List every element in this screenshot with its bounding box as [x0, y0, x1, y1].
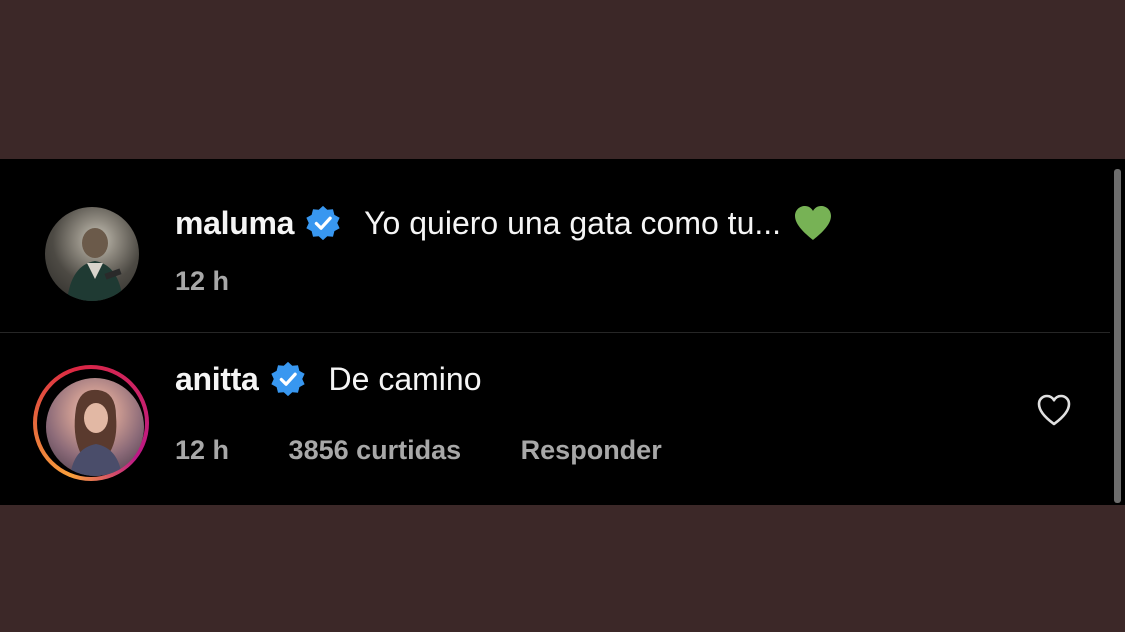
avatar — [46, 378, 144, 476]
comment-item: maluma Yo quiero una gata como tu... 12 … — [0, 159, 1110, 332]
avatar[interactable] — [45, 207, 139, 301]
avatar-photo — [70, 389, 122, 476]
comment-text: Yo quiero una gata como tu... — [364, 204, 782, 241]
comment-time: 12 h — [175, 266, 230, 296]
avatar-photo — [67, 228, 123, 301]
comment-header: anitta De camino — [175, 360, 482, 398]
comment-meta: 12 h — [175, 266, 229, 297]
username[interactable]: maluma — [175, 205, 294, 242]
comment-time: 12 h — [175, 435, 230, 465]
scrollbar[interactable] — [1114, 169, 1121, 503]
story-ring[interactable] — [33, 365, 149, 481]
green-heart-emoji — [795, 206, 832, 240]
reply-button[interactable]: Responder — [521, 435, 662, 466]
story-ring-gap — [37, 369, 145, 477]
comment-text: De camino — [328, 360, 482, 397]
heart-outline-icon[interactable] — [1036, 393, 1072, 427]
verified-badge-icon — [270, 361, 305, 397]
comments-panel: maluma Yo quiero una gata como tu... 12 … — [0, 159, 1125, 505]
likes-count[interactable]: 3856 curtidas — [289, 435, 462, 466]
comment-meta: 12 h 3856 curtidas Responder — [175, 435, 662, 466]
comment-header: maluma Yo quiero una gata como tu... — [175, 204, 833, 242]
username[interactable]: anitta — [175, 361, 259, 398]
comment-item: anitta De camino 12 h 3856 curtidas Resp… — [0, 333, 1110, 505]
verified-badge-icon — [306, 205, 340, 241]
